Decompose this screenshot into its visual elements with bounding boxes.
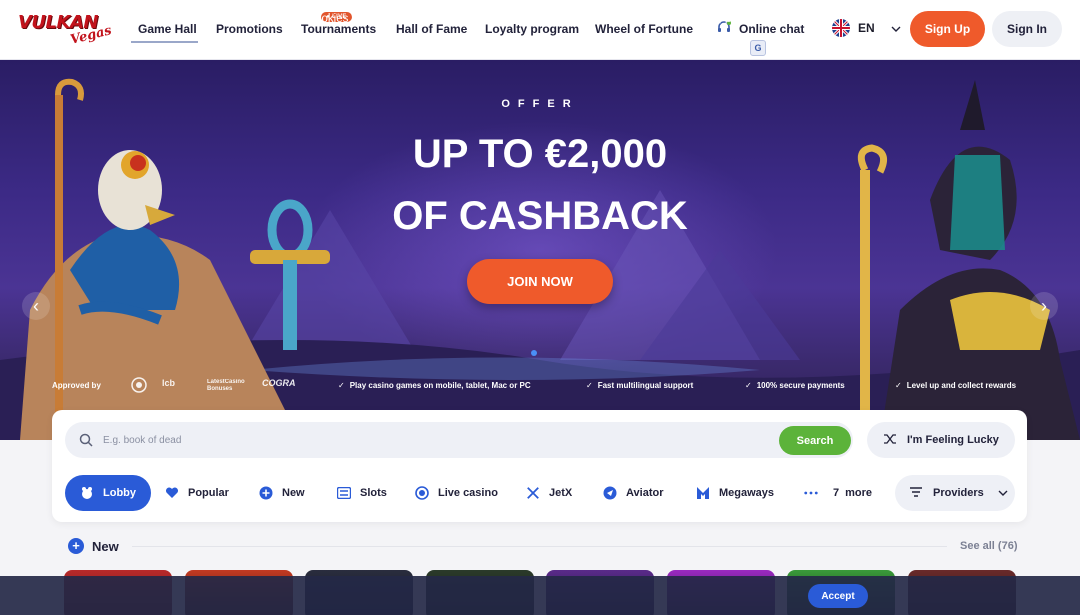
category-label: Aviator [626, 487, 664, 499]
search-button[interactable]: Search [779, 426, 851, 455]
check-icon: ✓ [745, 381, 752, 390]
category-more[interactable]: 7 more [804, 475, 872, 511]
more-count: 7 [833, 487, 840, 499]
check-icon: ✓ [586, 381, 593, 390]
search-icon [79, 433, 93, 447]
live-icon [415, 486, 429, 500]
carousel-prev-button[interactable]: ‹ [22, 292, 50, 320]
chevron-down-icon [998, 487, 1008, 499]
category-live-casino[interactable]: Live casino [415, 475, 498, 511]
plus-circle-icon [259, 486, 273, 500]
more-dots-icon [804, 486, 818, 500]
section-title: New [92, 538, 119, 554]
vulkan-vegas-logo[interactable]: VULKAN Vegas [18, 10, 113, 48]
search-input[interactable] [103, 430, 703, 450]
category-megaways[interactable]: Megaways [696, 475, 774, 511]
nav-game-hall[interactable]: Game Hall [138, 22, 197, 36]
accept-cookies-button[interactable]: Accept [808, 584, 868, 608]
partner-latestcasinobonuses-logo: LatestCasino Bonuses [207, 379, 245, 392]
category-label: more [845, 487, 873, 499]
cookie-message: VulkanVegas uses cookies to improve your… [212, 13, 811, 25]
feature-item: ✓ Fast multilingual support [586, 381, 694, 390]
language-selector[interactable]: EN [832, 19, 901, 37]
carousel-dot-active[interactable] [531, 350, 537, 356]
check-icon: ✓ [338, 381, 345, 390]
cookie-text: VulkanVegas uses cookies to improve your… [212, 13, 762, 25]
category-label: Lobby [103, 487, 136, 499]
uk-flag-icon [832, 19, 850, 37]
language-code: EN [858, 21, 875, 35]
section-divider [132, 546, 947, 547]
offer-label: OFFER [501, 98, 579, 110]
megaways-icon [696, 486, 710, 500]
category-slots[interactable]: Slots [337, 475, 387, 511]
translate-icon[interactable]: G [750, 40, 766, 56]
shuffle-icon [883, 433, 897, 448]
top-header: VULKAN Vegas Game Hall Promotions ● LIVE… [0, 0, 1080, 60]
slots-icon [337, 486, 351, 500]
feeling-lucky-label: I'm Feeling Lucky [907, 434, 999, 446]
category-label: Live casino [438, 487, 498, 499]
join-now-button[interactable]: JOIN NOW [467, 259, 613, 304]
approved-by-label: Approved by [52, 381, 101, 390]
category-aviator[interactable]: Aviator [603, 475, 664, 511]
hero-headline-line1: UP TO €2,000 [412, 132, 668, 176]
category-label: JetX [549, 487, 573, 499]
category-label: New [282, 487, 305, 499]
partner-seal-icon [128, 376, 150, 396]
sign-in-button[interactable]: Sign In [992, 11, 1062, 47]
heart-icon [165, 486, 179, 500]
feature-item: ✓ Level up and collect rewards [895, 381, 1017, 390]
feature-item: ✓ 100% secure payments [745, 381, 845, 390]
plus-circle-icon: + [68, 538, 84, 554]
chevron-down-icon [891, 21, 901, 35]
cookie-banner [0, 576, 1080, 615]
lobby-icon [80, 486, 94, 500]
category-new[interactable]: New [259, 475, 305, 511]
partner-lcb-logo: lcb [162, 378, 176, 388]
category-label: Slots [360, 487, 387, 499]
feeling-lucky-button[interactable]: I'm Feeling Lucky [867, 422, 1015, 458]
category-jetx[interactable]: JetX [526, 475, 572, 511]
filter-icon [909, 486, 923, 500]
see-all-link[interactable]: See all (76) [960, 540, 1017, 552]
feature-item: ✓ Play casino games on mobile, tablet, Ma… [338, 381, 531, 390]
category-popular[interactable]: Popular [165, 475, 229, 511]
providers-dropdown[interactable]: Providers [895, 475, 1015, 511]
cookie-click-here-link[interactable]: click here [762, 13, 811, 25]
jetx-icon [526, 486, 540, 500]
category-label: Popular [188, 487, 229, 499]
category-lobby[interactable]: Lobby [65, 475, 151, 511]
check-icon: ✓ [895, 381, 902, 390]
partner-cogra-logo: COGRA [262, 378, 296, 388]
hero-headline-line2: OF CASHBACK [392, 194, 688, 238]
providers-label: Providers [933, 487, 984, 499]
category-label: Megaways [719, 487, 775, 499]
sign-up-button[interactable]: Sign Up [910, 11, 985, 47]
aviator-icon [603, 486, 617, 500]
carousel-next-button[interactable]: › [1030, 292, 1058, 320]
section-new-header: + New [68, 538, 119, 554]
